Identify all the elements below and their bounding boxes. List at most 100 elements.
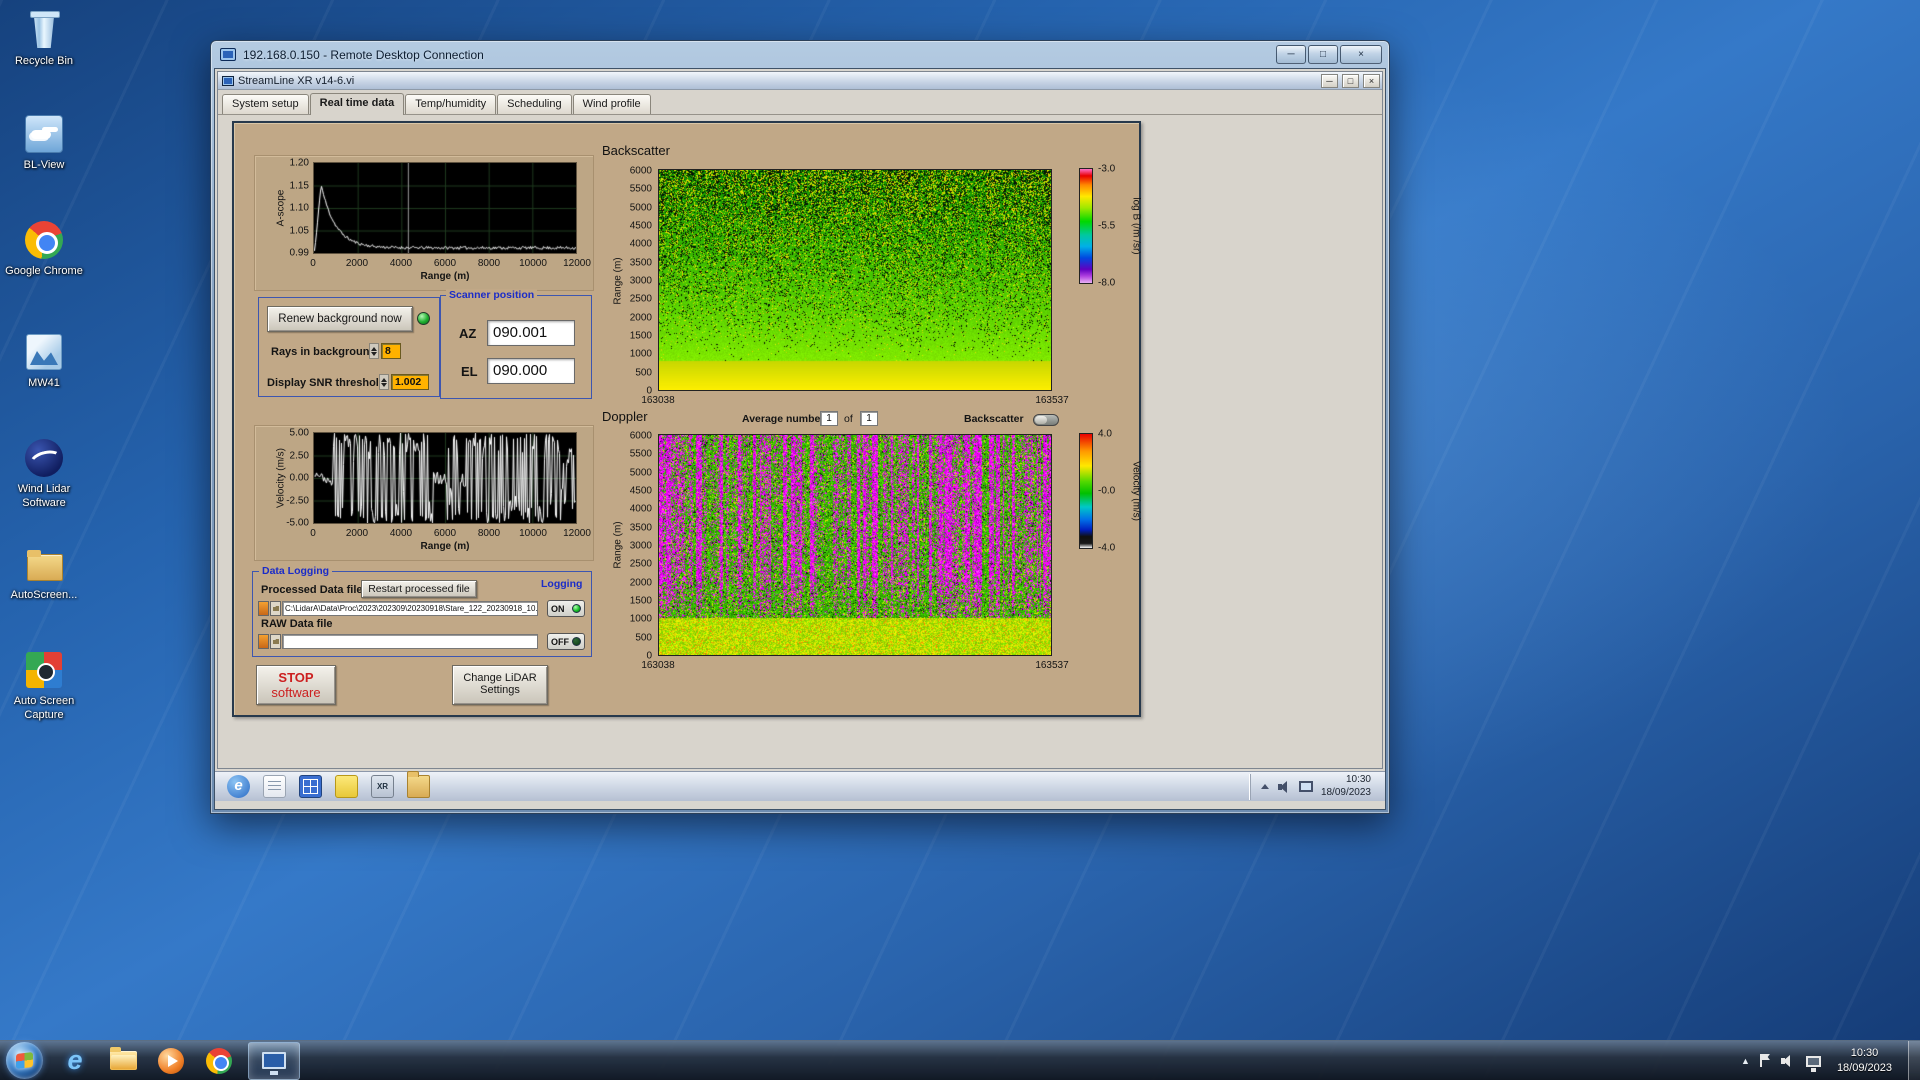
taskbar-chrome-button[interactable] xyxy=(200,1042,238,1080)
close-button[interactable]: × xyxy=(1363,74,1380,88)
network-icon[interactable] xyxy=(1806,1056,1821,1067)
tick-label: 5500 xyxy=(630,184,652,195)
doppler-plot xyxy=(658,434,1052,656)
off-led-icon xyxy=(572,637,581,646)
tick-label: 8000 xyxy=(478,528,500,539)
raw-data-file-label: RAW Data file xyxy=(261,618,333,630)
of-label: of xyxy=(844,413,853,425)
tick-label: 2000 xyxy=(630,577,652,588)
logging-label: Logging xyxy=(541,578,582,590)
tick-label: -2.50 xyxy=(286,495,309,506)
tab-temp-humidity[interactable]: Temp/humidity xyxy=(405,94,496,114)
autoscreen-icon xyxy=(22,542,66,586)
doppler-title: Doppler xyxy=(602,409,648,424)
velocity-y-axis-label: Velocity (m/s) xyxy=(276,448,287,508)
backscatter-y-ticks: 6000550050004500400035003000250020001500… xyxy=(622,171,654,391)
snr-spinner[interactable] xyxy=(379,374,389,390)
tick-label: 163038 xyxy=(641,660,674,671)
backscatter-toggle-switch[interactable] xyxy=(1033,414,1059,426)
processed-path-browse-icon[interactable] xyxy=(270,601,281,616)
minimize-button[interactable]: ─ xyxy=(1321,74,1338,88)
processed-path-field[interactable]: C:\LidarA\Data\Proc\2023\202309\20230918… xyxy=(282,601,538,616)
renew-status-led xyxy=(417,312,430,325)
desktop-icon-google-chrome[interactable]: Google Chrome xyxy=(4,218,84,279)
minimize-button[interactable]: ─ xyxy=(1276,45,1306,64)
streamline-window-title: StreamLine XR v14-6.vi xyxy=(238,75,1317,87)
taskbar-clock[interactable]: 10:30 18/09/2023 xyxy=(1831,1046,1898,1075)
tab-real-time-data[interactable]: Real time data xyxy=(310,93,405,115)
remote-ie-icon[interactable] xyxy=(227,775,250,798)
remote-notes-icon[interactable] xyxy=(335,775,358,798)
hidden-icons-arrow-icon[interactable] xyxy=(1261,780,1269,789)
rdp-titlebar[interactable]: 192.168.0.150 - Remote Desktop Connectio… xyxy=(214,41,1386,68)
a-scope-plot xyxy=(313,162,577,254)
change-button-line2: Settings xyxy=(453,684,547,696)
tick-label: 0 xyxy=(310,528,316,539)
tab-wind-profile[interactable]: Wind profile xyxy=(573,94,651,114)
snr-threshold-label: Display SNR threshold xyxy=(267,377,386,389)
raw-path-drive-icon[interactable] xyxy=(258,634,269,649)
volume-icon[interactable] xyxy=(1781,1054,1796,1068)
desktop-icon-mw41[interactable]: MW41 xyxy=(4,330,84,391)
desktop-icon-recycle-bin[interactable]: Recycle Bin xyxy=(4,8,84,69)
tick-label: 1.05 xyxy=(290,225,309,236)
average-total-field[interactable]: 1 xyxy=(860,411,878,426)
desktop-icon-wind-lidar[interactable]: Wind Lidar Software xyxy=(4,436,84,511)
az-value-field[interactable]: 090.001 xyxy=(487,320,575,346)
stop-software-button[interactable]: STOP software xyxy=(256,665,336,705)
remote-clock-date: 18/09/2023 xyxy=(1321,787,1371,800)
rays-value-field[interactable]: 8 xyxy=(381,343,401,359)
realtime-panel: A-scope 1.201.151.101.050.99 02000400060… xyxy=(232,121,1141,717)
streamline-content: A-scope 1.201.151.101.050.99 02000400060… xyxy=(218,115,1382,768)
processed-path-drive-icon[interactable] xyxy=(258,601,269,616)
scanner-position-box: Scanner position AZ 090.001 EL 090.000 xyxy=(440,295,592,399)
raw-logging-toggle[interactable]: OFF xyxy=(547,633,585,650)
start-button[interactable] xyxy=(6,1042,43,1079)
desktop-icon-autoscreen[interactable]: AutoScreen... xyxy=(4,542,84,603)
remote-streamline-xr-icon[interactable]: XR xyxy=(371,775,394,798)
raw-path-field[interactable] xyxy=(282,634,538,649)
snr-value-field[interactable]: 1.002 xyxy=(391,374,429,390)
close-button[interactable]: × xyxy=(1340,45,1382,64)
hidden-icons-arrow-icon[interactable]: ▲ xyxy=(1741,1056,1750,1066)
show-desktop-button[interactable] xyxy=(1908,1041,1920,1080)
streamline-titlebar[interactable]: StreamLine XR v14-6.vi ─ □ × xyxy=(218,72,1382,90)
el-value-field[interactable]: 090.000 xyxy=(487,358,575,384)
processed-logging-toggle[interactable]: ON xyxy=(547,600,585,617)
renew-background-button[interactable]: Renew background now xyxy=(267,306,413,332)
taskbar-explorer-button[interactable] xyxy=(104,1042,142,1080)
tick-label: 4000 xyxy=(390,528,412,539)
remote-app-grid-icon[interactable] xyxy=(299,775,322,798)
tick-label: 12000 xyxy=(563,258,591,269)
average-number-field[interactable]: 1 xyxy=(820,411,838,426)
action-center-flag-icon[interactable] xyxy=(1760,1054,1771,1067)
data-logging-box: Data Logging Logging Processed Data file… xyxy=(252,571,592,657)
tick-label: 2500 xyxy=(630,294,652,305)
tick-label: 1000 xyxy=(630,349,652,360)
tab-system-setup[interactable]: System setup xyxy=(222,94,309,114)
desktop-icon-bl-view[interactable]: BL-View xyxy=(4,112,84,173)
restart-processed-file-button[interactable]: Restart processed file xyxy=(361,580,477,598)
tick-label: 4500 xyxy=(630,486,652,497)
remote-volume-icon[interactable] xyxy=(1277,780,1291,794)
tick-label: 0.00 xyxy=(290,473,309,484)
desktop-icon-auto-screen-capture[interactable]: Auto Screen Capture xyxy=(4,648,84,723)
rays-spinner[interactable] xyxy=(369,343,379,359)
taskbar-media-player-button[interactable] xyxy=(152,1042,190,1080)
tick-label: -5.00 xyxy=(286,518,309,529)
remote-display-icon[interactable] xyxy=(1299,781,1313,792)
doppler-colorbar-label: Velocity (m/s) xyxy=(1131,461,1142,521)
tab-scheduling[interactable]: Scheduling xyxy=(497,94,571,114)
remote-folder-icon[interactable] xyxy=(407,775,430,798)
tick-label: 2000 xyxy=(346,528,368,539)
bl-view-icon xyxy=(22,112,66,156)
maximize-button[interactable]: □ xyxy=(1308,45,1338,64)
taskbar-rdp-button-active[interactable] xyxy=(248,1042,300,1080)
remote-document-icon[interactable] xyxy=(263,775,286,798)
taskbar-ie-button[interactable]: e xyxy=(56,1042,94,1080)
raw-path-browse-icon[interactable] xyxy=(270,634,281,649)
tick-label: 0.99 xyxy=(290,248,309,259)
change-lidar-settings-button[interactable]: Change LiDAR Settings xyxy=(452,665,548,705)
velocity-chart: Velocity (m/s) 5.002.500.00-2.50-5.00 02… xyxy=(254,425,594,561)
restore-button[interactable]: □ xyxy=(1342,74,1359,88)
